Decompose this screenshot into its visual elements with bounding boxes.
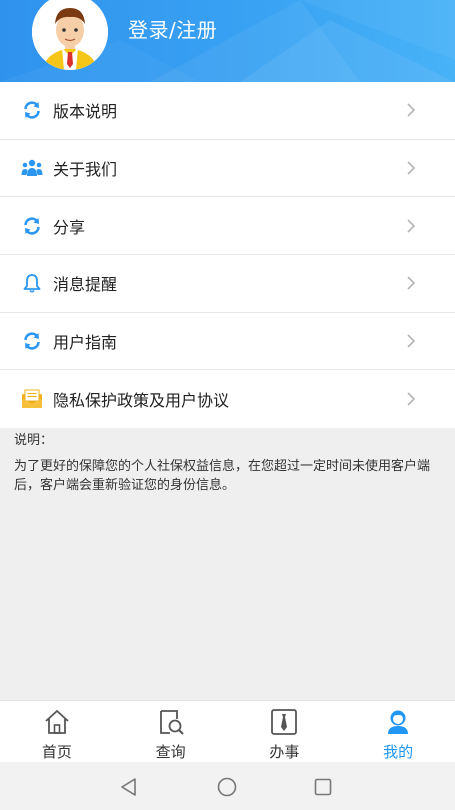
back-triangle-icon[interactable] (118, 776, 140, 798)
chevron-right-icon (407, 392, 416, 406)
note-body: 为了更好的保障您的个人社保权益信息，在您超过一定时间未使用客户端后，客户端会重新… (14, 459, 431, 493)
chevron-right-icon (407, 103, 416, 117)
chevron-right-icon (407, 276, 416, 290)
login-register-link[interactable]: 登录/注册 (128, 14, 217, 43)
chevron-right-icon (407, 334, 416, 348)
tab-label: 我的 (383, 743, 414, 761)
refresh-icon (21, 330, 43, 352)
menu-item-share[interactable]: 分享 (0, 197, 455, 256)
tab-label: 查询 (155, 743, 186, 761)
bottom-tab-bar: 首页 查询 办事 我的 (0, 700, 455, 762)
tab-query[interactable]: 查询 (114, 701, 228, 762)
info-note: 说明： 为了更好的保障您的个人社保权益信息，在您超过一定时间未使用客户端后，客户… (0, 428, 455, 700)
tie-icon (271, 709, 298, 735)
home-icon (45, 710, 69, 734)
recents-square-icon[interactable] (312, 776, 334, 798)
refresh-icon (21, 215, 43, 237)
menu-item-user-guide[interactable]: 用户指南 (0, 313, 455, 371)
tab-label: 首页 (41, 743, 72, 761)
profile-header: 登录/注册 (0, 0, 455, 82)
system-navigation-bar (0, 762, 455, 810)
chevron-right-icon (407, 219, 416, 233)
menu-item-label: 分享 (53, 217, 86, 237)
tab-label: 办事 (269, 743, 300, 761)
menu-item-label: 版本说明 (53, 102, 118, 122)
tab-mine[interactable]: 我的 (341, 701, 455, 762)
search-document-icon (159, 710, 184, 735)
note-title: 说明： (14, 433, 54, 448)
home-circle-icon[interactable] (216, 776, 238, 798)
bell-icon (21, 272, 43, 294)
refresh-icon (21, 99, 43, 121)
tab-home[interactable]: 首页 (0, 701, 114, 762)
user-icon (388, 710, 409, 734)
menu-item-label: 用户指南 (53, 333, 118, 353)
chevron-right-icon (407, 161, 416, 175)
menu-item-notifications[interactable]: 消息提醒 (0, 255, 455, 313)
menu-item-privacy-policy[interactable]: 隐私保护政策及用户协议 (0, 370, 455, 428)
people-icon (21, 157, 43, 179)
menu-item-about-us[interactable]: 关于我们 (0, 140, 455, 198)
menu-item-version-notes[interactable]: 版本说明 (0, 82, 455, 140)
tab-services[interactable]: 办事 (228, 701, 342, 762)
menu-item-label: 隐私保护政策及用户协议 (53, 391, 230, 411)
menu-item-label: 关于我们 (53, 160, 118, 180)
menu-item-label: 消息提醒 (53, 275, 118, 295)
envelope-icon (21, 388, 43, 410)
settings-menu: 版本说明 关于我们 分享 消息提醒 用户指南 隐私保护政策及用户协议 (0, 82, 455, 429)
